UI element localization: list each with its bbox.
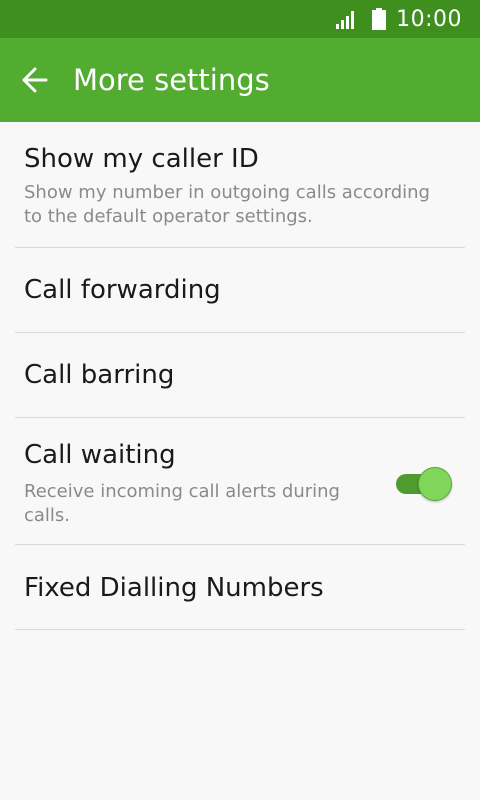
battery-icon bbox=[372, 8, 387, 30]
back-button[interactable] bbox=[0, 38, 72, 122]
setting-call-barring[interactable]: Call barring bbox=[0, 333, 480, 418]
setting-title: Show my caller ID bbox=[24, 144, 259, 174]
settings-list: Show my caller ID Show my number in outg… bbox=[0, 122, 480, 630]
setting-call-forwarding[interactable]: Call forwarding bbox=[0, 248, 480, 333]
setting-call-waiting[interactable]: Call waiting Receive incoming call alert… bbox=[0, 418, 480, 545]
setting-show-caller-id[interactable]: Show my caller ID Show my number in outg… bbox=[0, 122, 480, 248]
setting-subtitle: Receive incoming call alerts during call… bbox=[24, 481, 340, 526]
setting-title: Call forwarding bbox=[24, 275, 221, 305]
setting-subtitle: Show my number in outgoing calls accordi… bbox=[24, 182, 430, 227]
signal-icon bbox=[336, 11, 355, 29]
setting-fixed-dialling-numbers[interactable]: Fixed Dialling Numbers bbox=[0, 545, 480, 630]
setting-title: Fixed Dialling Numbers bbox=[24, 573, 324, 603]
status-time: 10:00 bbox=[396, 6, 462, 32]
toggle-thumb bbox=[418, 467, 452, 501]
page-title: More settings bbox=[73, 63, 270, 97]
call-waiting-toggle[interactable] bbox=[394, 464, 452, 501]
setting-title: Call barring bbox=[24, 360, 175, 390]
status-bar: 10:00 bbox=[0, 0, 480, 38]
arrow-left-icon bbox=[22, 67, 48, 93]
setting-title: Call waiting bbox=[24, 440, 176, 470]
app-bar: More settings bbox=[0, 38, 480, 122]
divider bbox=[15, 629, 465, 630]
